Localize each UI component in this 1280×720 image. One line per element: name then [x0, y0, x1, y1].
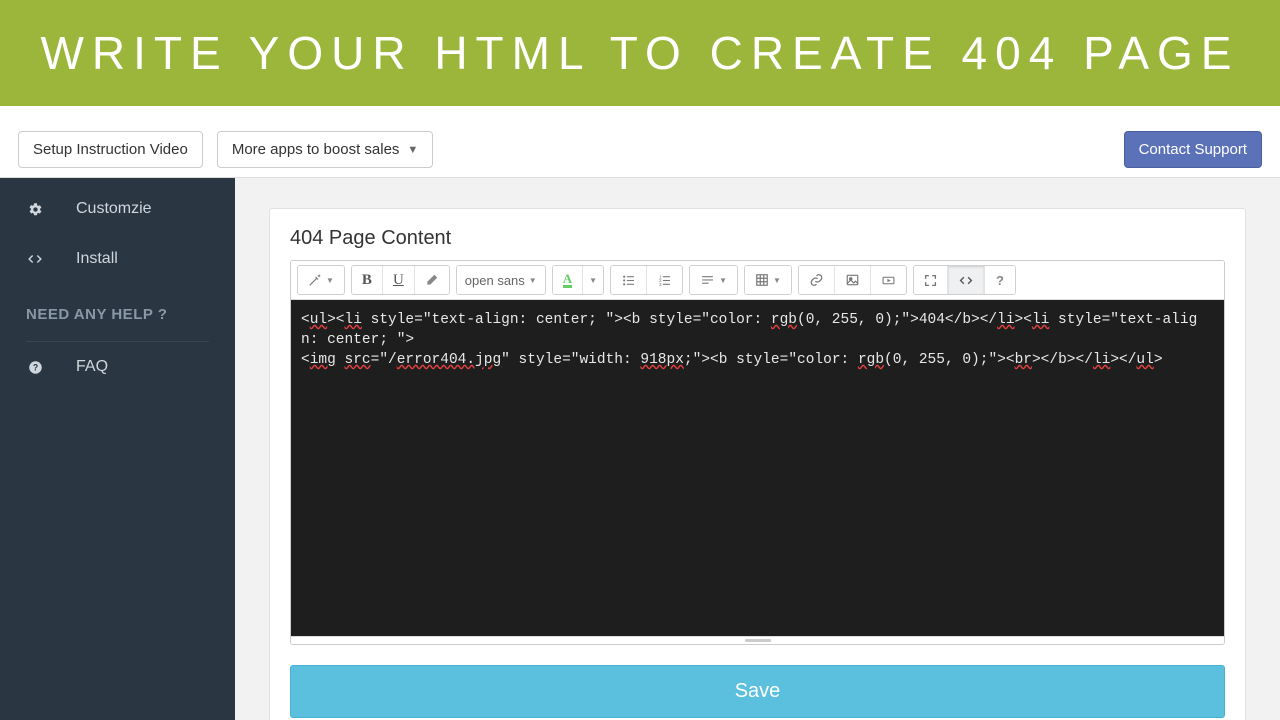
- setup-video-button[interactable]: Setup Instruction Video: [18, 131, 203, 168]
- link-button[interactable]: [799, 266, 835, 294]
- codeview-button[interactable]: [948, 266, 985, 294]
- paragraph-button[interactable]: ▼: [690, 266, 737, 294]
- text-color-button[interactable]: A: [553, 266, 583, 294]
- sidebar-help-heading: NEED ANY HELP ?: [0, 284, 235, 331]
- more-apps-label: More apps to boost sales: [232, 141, 400, 158]
- code-editor[interactable]: <ul><li style="text-align: center; "><b …: [291, 300, 1224, 636]
- style-group: ▼: [297, 265, 345, 295]
- ordered-list-button[interactable]: 123: [647, 266, 682, 294]
- rich-editor: ▼ B U open sans ▼: [290, 260, 1225, 645]
- more-apps-dropdown[interactable]: More apps to boost sales ▼: [217, 131, 433, 168]
- chevron-down-icon: ▼: [326, 276, 334, 285]
- save-label: Save: [735, 680, 781, 702]
- font-family-label: open sans: [465, 273, 525, 288]
- sidebar-item-label: Install: [76, 250, 118, 268]
- view-group: ?: [913, 265, 1016, 295]
- sidebar-item-install[interactable]: Install: [0, 234, 235, 284]
- bold-button[interactable]: B: [352, 266, 383, 294]
- save-button[interactable]: Save: [290, 665, 1225, 718]
- eraser-button[interactable]: [415, 266, 449, 294]
- insert-group: [798, 265, 907, 295]
- image-button[interactable]: [835, 266, 871, 294]
- sidebar-item-faq[interactable]: ? FAQ: [0, 342, 235, 392]
- setup-video-label: Setup Instruction Video: [33, 141, 188, 158]
- sidebar-item-customize[interactable]: Customzie: [0, 184, 235, 234]
- top-toolbar: Setup Instruction Video More apps to boo…: [0, 106, 1280, 178]
- chevron-down-icon: ▼: [407, 144, 418, 156]
- format-group: B U: [351, 265, 450, 295]
- sidebar-item-label: FAQ: [76, 358, 108, 376]
- fullscreen-button[interactable]: [914, 266, 948, 294]
- font-group: open sans ▼: [456, 265, 546, 295]
- question-icon: ?: [26, 360, 44, 375]
- chevron-down-icon: ▼: [529, 276, 537, 285]
- banner-title: WRITE YOUR HTML TO CREATE 404 PAGE: [40, 26, 1239, 80]
- resize-handle[interactable]: [291, 636, 1224, 644]
- svg-text:?: ?: [32, 362, 37, 372]
- contact-support-label: Contact Support: [1139, 141, 1247, 158]
- font-family-dropdown[interactable]: open sans ▼: [457, 266, 545, 294]
- chevron-down-icon: ▼: [773, 276, 781, 285]
- table-group: ▼: [744, 265, 792, 295]
- magic-style-button[interactable]: ▼: [298, 266, 344, 294]
- unordered-list-button[interactable]: [611, 266, 647, 294]
- underline-button[interactable]: U: [383, 266, 415, 294]
- video-button[interactable]: [871, 266, 906, 294]
- gear-icon: [26, 202, 44, 217]
- svg-text:3: 3: [659, 281, 662, 286]
- work-area: Customzie Install NEED ANY HELP ? ? FAQ …: [0, 178, 1280, 720]
- color-group: A ▼: [552, 265, 604, 295]
- panel-title: 404 Page Content: [290, 227, 1225, 250]
- help-button[interactable]: ?: [985, 266, 1015, 294]
- text-color-more[interactable]: ▼: [583, 266, 603, 294]
- list-group: 123: [610, 265, 683, 295]
- chevron-down-icon: ▼: [589, 276, 597, 285]
- sidebar: Customzie Install NEED ANY HELP ? ? FAQ: [0, 178, 235, 720]
- editor-toolbar: ▼ B U open sans ▼: [291, 261, 1224, 300]
- code-icon: [26, 252, 44, 266]
- editor-panel: 404 Page Content ▼ B U: [269, 208, 1246, 720]
- table-button[interactable]: ▼: [745, 266, 791, 294]
- sidebar-item-label: Customzie: [76, 200, 152, 218]
- paragraph-group: ▼: [689, 265, 738, 295]
- chevron-down-icon: ▼: [719, 276, 727, 285]
- contact-support-button[interactable]: Contact Support: [1124, 131, 1262, 168]
- main-area: 404 Page Content ▼ B U: [235, 178, 1280, 720]
- page-banner: WRITE YOUR HTML TO CREATE 404 PAGE: [0, 0, 1280, 106]
